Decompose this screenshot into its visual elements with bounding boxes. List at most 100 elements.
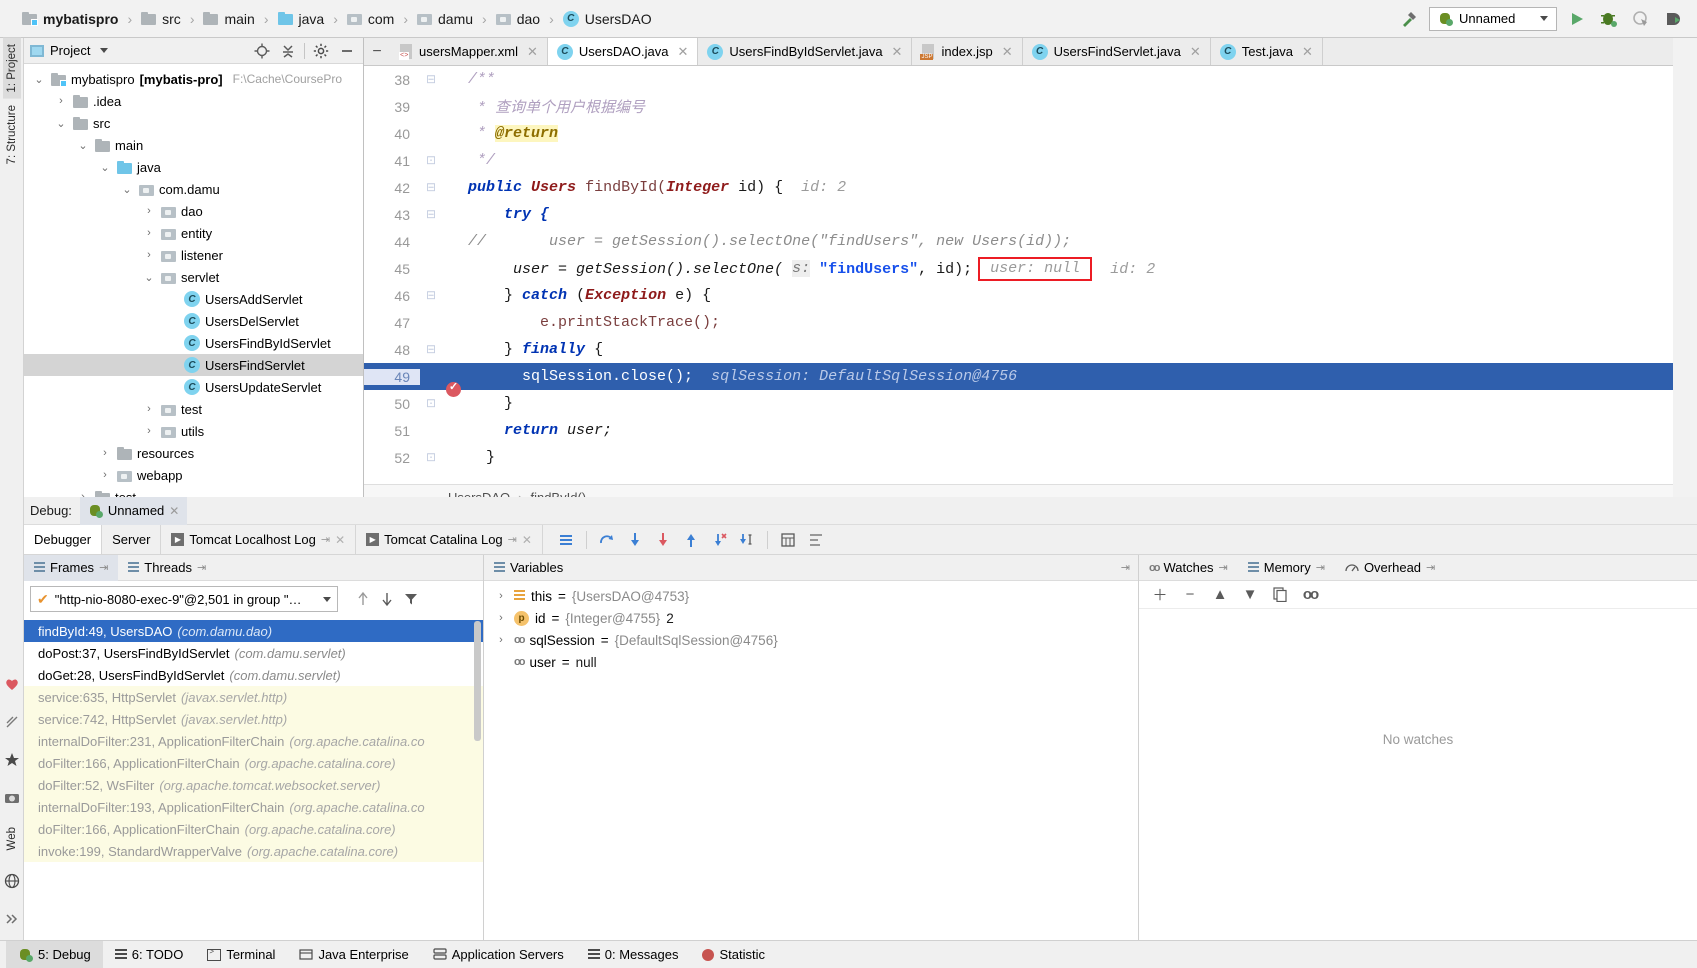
chevron-right-icon[interactable]: ›: [142, 227, 156, 239]
frame-row[interactable]: internalDoFilter:193, ApplicationFilterC…: [24, 796, 483, 818]
frame-row[interactable]: doFilter:166, ApplicationFilterChain (or…: [24, 818, 483, 840]
tree-node-servlet[interactable]: ⌄ servlet: [24, 266, 363, 288]
variable-row[interactable]: › p id = {Integer@4755} 2: [484, 607, 1138, 629]
tab-variables[interactable]: Variables: [484, 555, 573, 581]
chevron-right-icon[interactable]: ›: [98, 447, 112, 459]
code-line-43[interactable]: 43 ⊟ try {: [364, 201, 1673, 228]
code-line-52[interactable]: 52 ⊡ }: [364, 444, 1673, 471]
step-into-icon[interactable]: [622, 526, 648, 554]
code-line-46[interactable]: 46 ⊟ } catch (Exception e) {: [364, 282, 1673, 309]
fold-marker-icon[interactable]: ⊡: [420, 396, 442, 411]
move-up-icon[interactable]: ▲: [1207, 582, 1233, 608]
code-line-41[interactable]: 41 ⊡ */: [364, 147, 1673, 174]
chevron-down-icon[interactable]: [323, 596, 331, 602]
code-line-40[interactable]: 40 * @return: [364, 120, 1673, 147]
chevron-down-icon[interactable]: ⌄: [32, 73, 46, 86]
thread-selector[interactable]: ✔ "http-nio-8080-exec-9"@2,501 in group …: [30, 586, 338, 612]
tab-memory[interactable]: Memory ⇥: [1238, 555, 1335, 581]
frame-row[interactable]: doGet:28, UsersFindByIdServlet (com.damu…: [24, 664, 483, 686]
add-watch-icon[interactable]: ＋: [1147, 582, 1173, 608]
code-line-38[interactable]: 38 ⊟ /**: [364, 66, 1673, 93]
hide-panel-icon[interactable]: [337, 41, 357, 61]
code-line-49[interactable]: 49 sqlSession.close(); sqlSession: Defau…: [364, 363, 1673, 397]
close-icon[interactable]: ✕: [1302, 44, 1313, 60]
tree-node-dao[interactable]: › dao: [24, 200, 363, 222]
debug-session-tab[interactable]: Unnamed ✕: [79, 496, 188, 525]
code-line-44[interactable]: 44 // user = getSession().selectOne("fin…: [364, 228, 1673, 255]
tree-node-usersfindbyidservlet[interactable]: C UsersFindByIdServlet: [24, 332, 363, 354]
variable-row[interactable]: › oo sqlSession = {DefaultSqlSession@475…: [484, 629, 1138, 651]
variable-row[interactable]: › oo user = null: [484, 651, 1138, 673]
camera-icon[interactable]: [0, 783, 24, 813]
status-item-application-servers[interactable]: Application Servers: [421, 941, 576, 968]
variables-list[interactable]: › this = {UsersDAO@4753} › p id = {Integ…: [484, 581, 1138, 940]
editor-tab-index-jsp[interactable]: index.jsp ✕: [912, 38, 1023, 65]
frame-row[interactable]: doFilter:52, WsFilter (org.apache.tomcat…: [24, 774, 483, 796]
chevron-right-icon[interactable]: ›: [142, 403, 156, 415]
hide-editor-icon[interactable]: −: [364, 38, 390, 65]
code-line-50[interactable]: 50 ⊡ }: [364, 390, 1673, 417]
favorites-heart-icon[interactable]: [0, 669, 24, 699]
web-globe-icon[interactable]: [0, 866, 24, 896]
profile-icon[interactable]: [1661, 7, 1685, 31]
editor-tab-usersdao-java[interactable]: C UsersDAO.java ✕: [547, 38, 699, 65]
close-icon[interactable]: ✕: [1002, 44, 1013, 60]
chevron-right-icon[interactable]: ›: [142, 249, 156, 261]
tree-node-idea[interactable]: › .idea: [24, 90, 363, 112]
frame-row[interactable]: internalDoFilter:231, ApplicationFilterC…: [24, 730, 483, 752]
frame-row[interactable]: service:635, HttpServlet (javax.servlet.…: [24, 686, 483, 708]
run-with-coverage-icon[interactable]: [1629, 7, 1653, 31]
chevron-right-icon[interactable]: ›: [142, 425, 156, 437]
frames-scrollbar[interactable]: [474, 621, 481, 741]
tree-node-usersfindservlet[interactable]: C UsersFindServlet: [24, 354, 363, 376]
tree-node-test-pkg[interactable]: › test: [24, 398, 363, 420]
sidebar-item-web[interactable]: Web: [3, 821, 21, 858]
tree-node-webapp[interactable]: › webapp: [24, 464, 363, 486]
pin-icon[interactable]: ⇥: [321, 533, 330, 546]
filter-icon[interactable]: [404, 591, 418, 607]
close-icon[interactable]: ✕: [1190, 44, 1201, 60]
tab-debugger[interactable]: Debugger: [24, 525, 103, 554]
frame-row[interactable]: invoke:199, StandardWrapperValve (org.ap…: [24, 840, 483, 862]
code-line-47[interactable]: 47 e.printStackTrace();: [364, 309, 1673, 336]
fold-marker-icon[interactable]: ⊟: [420, 72, 442, 87]
tree-node-com-damu[interactable]: ⌄ com.damu: [24, 178, 363, 200]
fold-marker-icon[interactable]: ⊟: [420, 342, 442, 357]
status-item-messages[interactable]: 0: Messages: [576, 941, 691, 968]
pin-icon[interactable]: ⇥: [197, 561, 206, 574]
code-line-51[interactable]: 51 return user;: [364, 417, 1673, 444]
breadcrumb-item-src[interactable]: src: [135, 11, 187, 27]
breadcrumb-item-damu[interactable]: damu: [411, 11, 479, 27]
chevron-down-icon[interactable]: ⌄: [142, 271, 156, 284]
collapse-all-icon[interactable]: [278, 41, 298, 61]
code-line-48[interactable]: 48 ⊟ } finally {: [364, 336, 1673, 363]
breadcrumb-item-com[interactable]: com: [341, 11, 400, 27]
tree-node-usersupdateservlet[interactable]: C UsersUpdateServlet: [24, 376, 363, 398]
code-line-45[interactable]: 45 user = getSession().selectOne( s: "fi…: [364, 255, 1673, 282]
close-icon[interactable]: ✕: [677, 44, 688, 60]
chevron-down-icon[interactable]: ⌄: [76, 139, 90, 152]
variable-row[interactable]: › this = {UsersDAO@4753}: [484, 585, 1138, 607]
tree-node-mybatispro[interactable]: ⌄ mybatispro [mybatis-pro] F:\Cache\Cour…: [24, 68, 363, 90]
close-icon[interactable]: ✕: [892, 44, 903, 60]
frame-row[interactable]: service:742, HttpServlet (javax.servlet.…: [24, 708, 483, 730]
frame-row[interactable]: doPost:37, UsersFindByIdServlet (com.dam…: [24, 642, 483, 664]
run-icon[interactable]: [1565, 7, 1589, 31]
status-item-java-enterprise[interactable]: Java Enterprise: [287, 941, 420, 968]
tree-node-java[interactable]: ⌄ java: [24, 156, 363, 178]
tree-node-entity[interactable]: › entity: [24, 222, 363, 244]
tab-threads[interactable]: Threads ⇥: [118, 555, 216, 581]
frames-list[interactable]: findById:49, UsersDAO (com.damu.dao) doP…: [24, 620, 483, 940]
tree-node-main[interactable]: ⌄ main: [24, 134, 363, 156]
pin-icon[interactable]: ⇥: [1316, 561, 1325, 574]
code-line-39[interactable]: 39 * 查询单个用户根据编号: [364, 93, 1673, 120]
status-item-debug[interactable]: 5: Debug: [6, 940, 103, 968]
sidebar-item-project[interactable]: 1: Project: [2, 38, 21, 99]
tree-node-resources[interactable]: › resources: [24, 442, 363, 464]
chevron-down-icon[interactable]: ⌄: [54, 117, 68, 130]
gear-icon[interactable]: [311, 41, 331, 61]
close-icon[interactable]: ✕: [335, 533, 345, 547]
chevron-right-icon[interactable]: ›: [494, 612, 508, 624]
drop-frame-icon[interactable]: [706, 526, 732, 554]
favorites-star-icon[interactable]: [0, 745, 24, 775]
